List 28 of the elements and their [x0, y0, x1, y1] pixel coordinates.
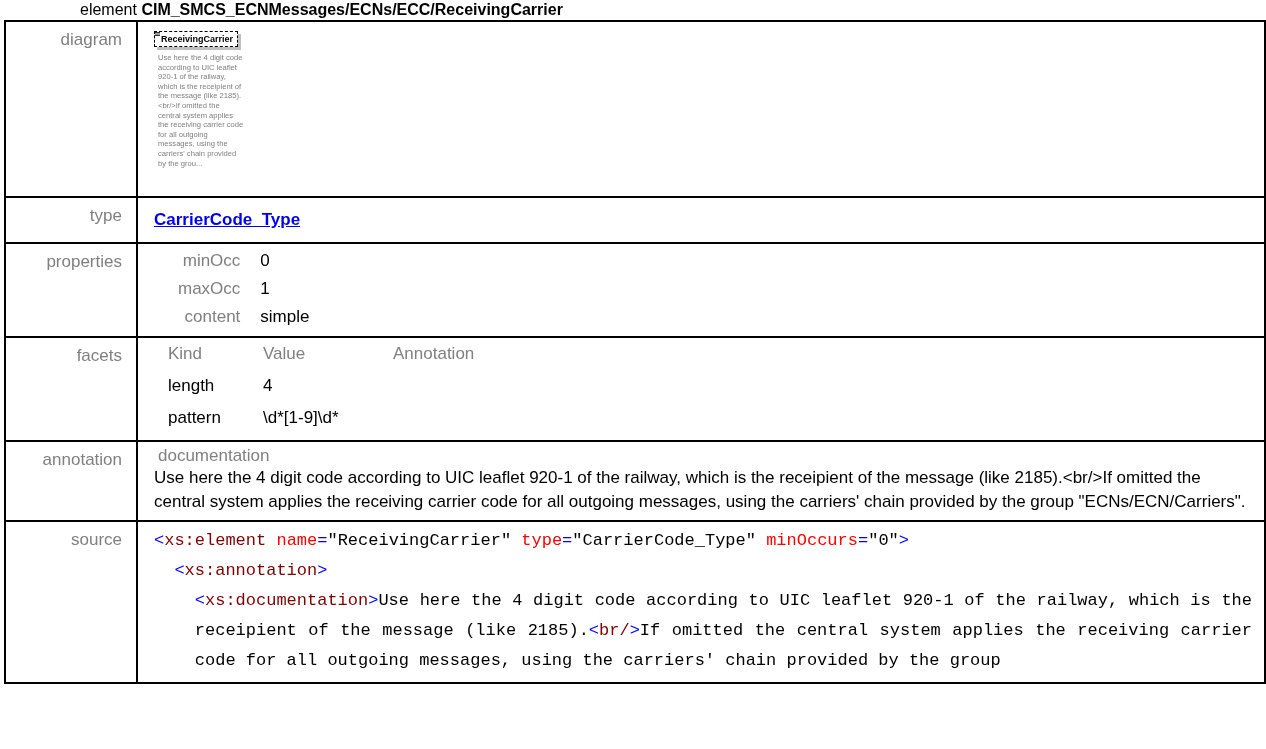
source-code-line: <xs:annotation>: [174, 560, 329, 582]
column-header: Value: [263, 343, 307, 365]
row-label: source: [70, 530, 122, 549]
property-value: simple: [260, 306, 311, 328]
row-label: diagram: [60, 30, 122, 49]
row-label: type: [89, 206, 122, 225]
element-node: ReceivingCarrier: [154, 31, 239, 47]
facet-value: 4: [263, 375, 274, 397]
lines-icon: [155, 32, 160, 36]
annotation-title: documentation: [157, 446, 271, 466]
source-code-line: <xs:element name="ReceivingCarrier" type="CarrierCode_Type" minOccurs="0">: [154, 530, 910, 552]
facet-kind: length: [168, 375, 216, 397]
facet-kind: pattern: [168, 407, 222, 429]
row-label: annotation: [42, 450, 122, 469]
property-name: maxOcc: [178, 278, 241, 300]
property-value: 1: [260, 278, 271, 300]
type-link[interactable]: CarrierCode_Type: [154, 210, 301, 229]
property-name: minOcc: [181, 250, 241, 272]
property-value: 0: [260, 250, 271, 272]
annotation-text: Use here the 4 digit code according to UIC leaflet 920-1 of the railway, which is the receipient of the message (like 2185).<br/>If omitted the central system applies the receiving carrier code for all outgoing messages, using the carriers' chain provided by the group "ECNs/ECN/Carriers".: [154, 467, 1247, 513]
row-label: facets: [76, 346, 122, 365]
row-label: properties: [46, 252, 122, 271]
source-code-line: <xs:documentation>Use here the 4 digit code according to UIC leaflet 920-1 of the railway, which is the receipient of the message (like 2185).<br/>If omitted the central system applies the receiving carrier code for all outgoing messages, using the carriers' chain provided by the group: [194, 590, 1252, 672]
page-heading: element CIM_SMCS_ECNMessages/ECNs/ECC/ReceivingCarrier: [79, 0, 564, 20]
column-header: Annotation: [393, 343, 476, 365]
column-header: Kind: [168, 343, 204, 365]
facet-value: \d*[1-9]\d*: [263, 407, 340, 429]
property-name: content: [183, 306, 241, 328]
